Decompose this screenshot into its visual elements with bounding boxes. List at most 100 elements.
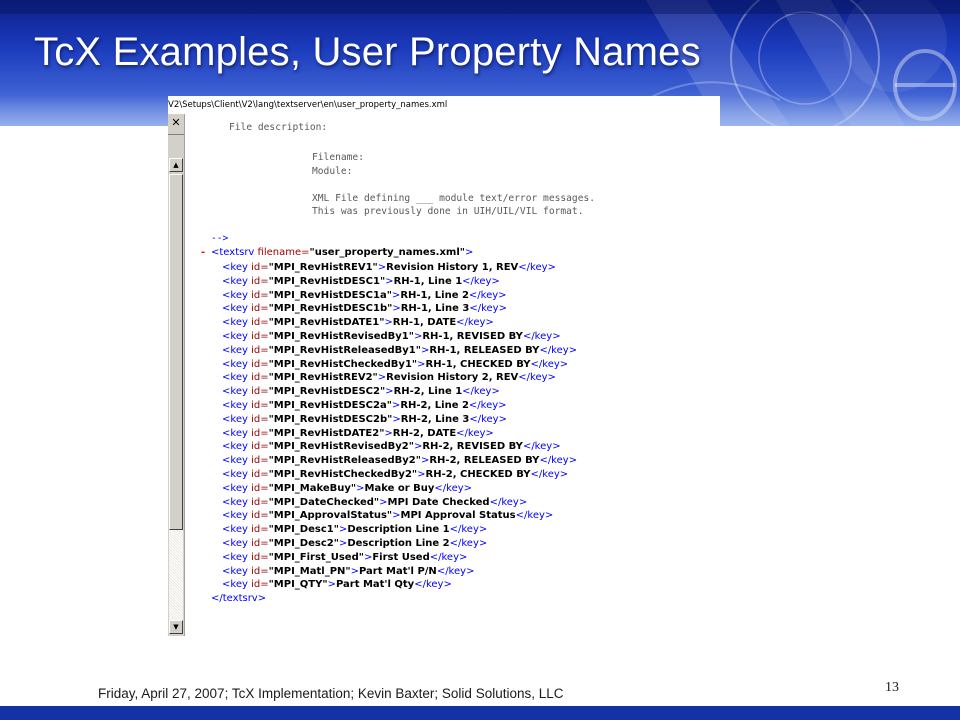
key-id-value: "MPI_RevHistDESC2" xyxy=(268,386,386,398)
key-tag-end: > xyxy=(417,469,426,480)
key-text: RH-2, REVISED BY xyxy=(422,441,523,453)
key-open-tag: <key xyxy=(222,496,248,508)
scrollbar-thumb[interactable] xyxy=(169,174,183,530)
key-tag-end: > xyxy=(417,358,426,370)
key-attr-name: id= xyxy=(247,579,269,591)
key-attr-name: id= xyxy=(247,413,269,425)
slide-title: TcX Examples, User Property Names xyxy=(34,30,701,74)
xml-key-entry: <key id="MPI_RevHistDESC1">RH-1, Line 1<… xyxy=(222,276,500,287)
key-id-value: "MPI_RevHistReleasedBy2" xyxy=(268,455,421,467)
xml-key-entry: <key id="MPI_RevHistReleasedBy2">RH-2, R… xyxy=(222,455,577,466)
key-tag-end: > xyxy=(327,579,336,591)
collapse-toggle[interactable]: - xyxy=(201,247,205,258)
xml-key-entry: <key id="MPI_First_Used">First Used</key… xyxy=(222,552,467,563)
key-tag-end: > xyxy=(392,303,401,315)
key-tag-end: > xyxy=(392,510,401,522)
key-close-tag: </key> xyxy=(456,427,494,439)
key-id-value: "MPI_RevHistDESC1" xyxy=(268,275,386,287)
key-close-tag: </key> xyxy=(429,551,468,563)
key-text: MPI Date Checked xyxy=(387,496,490,508)
key-id-value: "MPI_RevHistDESC2a" xyxy=(268,400,392,411)
key-tag-end: > xyxy=(385,275,394,287)
key-close-tag: </key> xyxy=(449,524,488,536)
page-number: 13 xyxy=(885,680,899,695)
key-open-tag: <key xyxy=(222,262,248,273)
key-attr-name: id= xyxy=(247,344,269,356)
key-text: RH-1, Line 2 xyxy=(400,289,469,301)
key-open-tag: <key xyxy=(222,344,248,356)
key-text: MPI Approval Status xyxy=(400,510,516,522)
key-close-tag: </key> xyxy=(539,455,578,467)
key-close-tag: </key> xyxy=(469,303,507,315)
key-text: RH-2, Line 1 xyxy=(393,386,463,398)
key-close-tag: </key> xyxy=(469,413,507,425)
key-attr-name: id= xyxy=(247,469,269,480)
key-tag-end: > xyxy=(385,386,394,398)
key-open-tag: <key xyxy=(222,565,248,577)
xml-key-entry: <key id="MPI_RevHistDESC2b">RH-2, Line 3… xyxy=(222,414,507,425)
xml-key-entry: <key id="MPI_RevHistREV2">Revision Histo… xyxy=(222,372,556,383)
key-text: Description Line 1 xyxy=(347,524,450,536)
key-id-value: "MPI_RevHistDATE1" xyxy=(268,317,385,329)
key-attr-name: id= xyxy=(247,358,269,370)
key-id-value: "MPI_ApprovalStatus" xyxy=(268,510,393,522)
key-id-value: "MPI_RevHistREV2" xyxy=(268,372,378,384)
key-id-value: "MPI_Matl_PN" xyxy=(268,565,351,577)
root-attr-value: "user_property_names.xml" xyxy=(309,247,465,258)
key-attr-name: id= xyxy=(247,427,269,439)
key-text: RH-1, Line 1 xyxy=(393,275,463,287)
key-attr-name: id= xyxy=(247,524,269,536)
key-text: Part Mat'l Qty xyxy=(335,579,415,591)
root-open-tag: <textsrv filename="user_property_names.x… xyxy=(211,247,473,258)
key-attr-name: id= xyxy=(247,565,269,577)
key-open-tag: <key xyxy=(222,303,248,315)
key-tag-end: > xyxy=(384,317,393,329)
key-tag-end: > xyxy=(356,482,365,494)
key-close-tag: </key> xyxy=(522,331,561,342)
close-icon[interactable]: ✕ xyxy=(169,116,183,130)
root-tag: <textsrv xyxy=(211,247,255,258)
key-id-value: "MPI_DateChecked" xyxy=(268,496,380,508)
scrollbar-track[interactable] xyxy=(169,530,183,620)
comment-line: Module: xyxy=(312,166,353,177)
key-attr-name: id= xyxy=(247,331,269,342)
key-text: RH-1, RELEASED BY xyxy=(429,344,540,356)
key-attr-name: id= xyxy=(247,551,269,563)
scroll-down-button[interactable]: ▼ xyxy=(169,620,183,634)
key-open-tag: <key xyxy=(222,372,248,384)
key-close-tag: </key> xyxy=(530,469,569,480)
key-id-value: "MPI_RevHistCheckedBy1" xyxy=(268,358,418,370)
key-text: RH-1, Line 3 xyxy=(400,303,470,315)
key-id-value: "MPI_RevHistReleasedBy1" xyxy=(268,344,421,356)
key-text: RH-1, REVISED BY xyxy=(422,331,523,342)
key-open-tag: <key xyxy=(222,524,248,536)
key-open-tag: <key xyxy=(222,427,248,439)
key-close-tag: </key> xyxy=(515,510,554,522)
key-text: RH-2, Line 3 xyxy=(400,413,470,425)
xml-key-entry: <key id="MPI_ApprovalStatus">MPI Approva… xyxy=(222,510,553,521)
key-id-value: "MPI_First_Used" xyxy=(268,551,364,563)
key-text: RH-1, CHECKED BY xyxy=(425,358,531,370)
key-tag-end: > xyxy=(384,427,393,439)
key-open-tag: <key xyxy=(222,386,248,398)
comment-end: --> xyxy=(211,233,229,244)
xml-key-entry: <key id="MPI_RevHistDATE2">RH-2, DATE</k… xyxy=(222,428,494,439)
key-text: RH-2, DATE xyxy=(392,427,457,439)
comment-line: File description: xyxy=(229,122,328,133)
key-tag-end: > xyxy=(392,413,401,425)
key-text: RH-2, RELEASED BY xyxy=(429,455,540,467)
xml-key-entry: <key id="MPI_RevHistDESC1b">RH-1, Line 3… xyxy=(222,303,507,314)
key-attr-name: id= xyxy=(247,441,269,453)
key-attr-name: id= xyxy=(247,386,269,398)
root-tag-end: > xyxy=(464,247,474,258)
key-attr-name: id= xyxy=(247,262,269,273)
scroll-up-button[interactable]: ▲ xyxy=(169,158,183,172)
xml-key-entry: <key id="MPI_QTY">Part Mat'l Qty</key> xyxy=(222,579,452,590)
key-close-tag: </key> xyxy=(436,565,475,577)
key-text: Description Line 2 xyxy=(347,538,450,549)
key-open-tag: <key xyxy=(222,331,248,342)
key-open-tag: <key xyxy=(222,413,248,425)
key-id-value: "MPI_RevHistRevisedBy1" xyxy=(268,331,414,342)
key-id-value: "MPI_RevHistRevisedBy2" xyxy=(268,441,414,453)
xml-viewer-window: V2\Setups\Client\V2\lang\textserver\en\u… xyxy=(168,96,720,636)
